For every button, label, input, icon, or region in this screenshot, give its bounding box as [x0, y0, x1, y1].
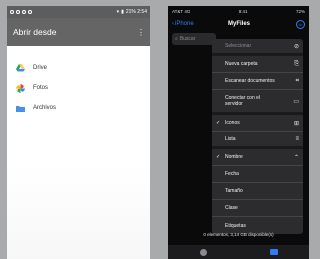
- chevron-left-icon: ‹: [172, 21, 174, 27]
- menu-item-select[interactable]: Seleccionar ⊘: [212, 39, 303, 56]
- menu-item-sort-size[interactable]: Tamaño: [212, 183, 303, 200]
- more-icon[interactable]: •••: [296, 19, 305, 29]
- checkmark-icon: ✓: [216, 120, 221, 126]
- page-title: MyFiles: [228, 21, 251, 27]
- google-drive-icon: [16, 64, 25, 73]
- scan-icon: ⌗: [295, 77, 299, 84]
- menu-item-icons[interactable]: ✓ Iconos ⊞: [212, 115, 303, 132]
- tab-bar: [168, 245, 309, 259]
- search-placeholder: Buscar: [179, 36, 196, 42]
- notification-icons: [10, 10, 32, 14]
- search-field[interactable]: ⌕ Buscar: [172, 33, 216, 45]
- new-folder-icon: ⎘: [294, 60, 299, 67]
- checkmark-icon: ✓: [216, 154, 221, 160]
- folder-icon: [16, 104, 25, 113]
- status-right-text: 21% 2:54: [125, 9, 147, 15]
- back-button[interactable]: ‹ iPhone: [172, 21, 194, 27]
- menu-item-sort-name[interactable]: ✓ Nombre ⌃: [212, 149, 303, 166]
- source-list: Drive Fotos Archivos: [7, 46, 150, 118]
- checkmark-circle-icon: ⊘: [293, 43, 299, 50]
- list-icon: ≡: [295, 136, 299, 142]
- carrier-label: AT&T 4G: [172, 9, 191, 14]
- tab-recents-icon[interactable]: [199, 248, 207, 256]
- android-status-bar: ▾ ▮ 21% 2:54: [7, 6, 150, 18]
- tab-browse-icon[interactable]: [269, 249, 278, 255]
- list-item-fotos[interactable]: Fotos: [7, 78, 150, 98]
- list-item-label: Fotos: [33, 85, 49, 91]
- search-icon: ⌕: [175, 36, 178, 42]
- ios-screen: AT&T 4G 9:41 72% ‹ iPhone MyFiles ••• ⌕ …: [168, 6, 309, 259]
- ios-nav-bar: ‹ iPhone MyFiles •••: [168, 17, 309, 31]
- android-screen: ▾ ▮ 21% 2:54 Abrir desde ⋮ Drive Fotos A…: [7, 6, 150, 259]
- menu-item-connect-server[interactable]: Conectar con el servidor ▭: [212, 90, 303, 115]
- list-item-archivos[interactable]: Archivos: [7, 98, 150, 118]
- more-options-icon[interactable]: ⋮: [137, 28, 145, 37]
- context-menu: Seleccionar ⊘ Nueva carpeta ⎘ Escanear d…: [212, 39, 303, 234]
- list-item-label: Drive: [33, 65, 48, 71]
- ios-status-bar: AT&T 4G 9:41 72%: [168, 6, 309, 17]
- menu-item-list[interactable]: Lista ≡: [212, 132, 303, 149]
- menu-item-scan[interactable]: Escanear documentos ⌗: [212, 73, 303, 90]
- battery-icon: ▮: [121, 9, 124, 15]
- clock: 9:41: [238, 9, 248, 14]
- grid-icon: ⊞: [293, 120, 299, 127]
- chevron-up-icon: ⌃: [293, 154, 299, 161]
- server-icon: ▭: [293, 98, 299, 105]
- menu-item-new-folder[interactable]: Nueva carpeta ⎘: [212, 56, 303, 73]
- page-title: Abrir desde: [13, 27, 57, 37]
- android-app-bar: Abrir desde ⋮: [7, 18, 150, 46]
- menu-item-sort-kind[interactable]: Clase: [212, 200, 303, 217]
- storage-status: 0 elementos, 3,14 GB disponible(s): [203, 232, 274, 237]
- wifi-icon: ▾: [116, 9, 120, 15]
- battery-label: 72%: [295, 9, 305, 14]
- menu-item-sort-date[interactable]: Fecha: [212, 166, 303, 183]
- google-photos-icon: [16, 83, 25, 93]
- list-item-drive[interactable]: Drive: [7, 58, 150, 78]
- list-item-label: Archivos: [33, 105, 57, 111]
